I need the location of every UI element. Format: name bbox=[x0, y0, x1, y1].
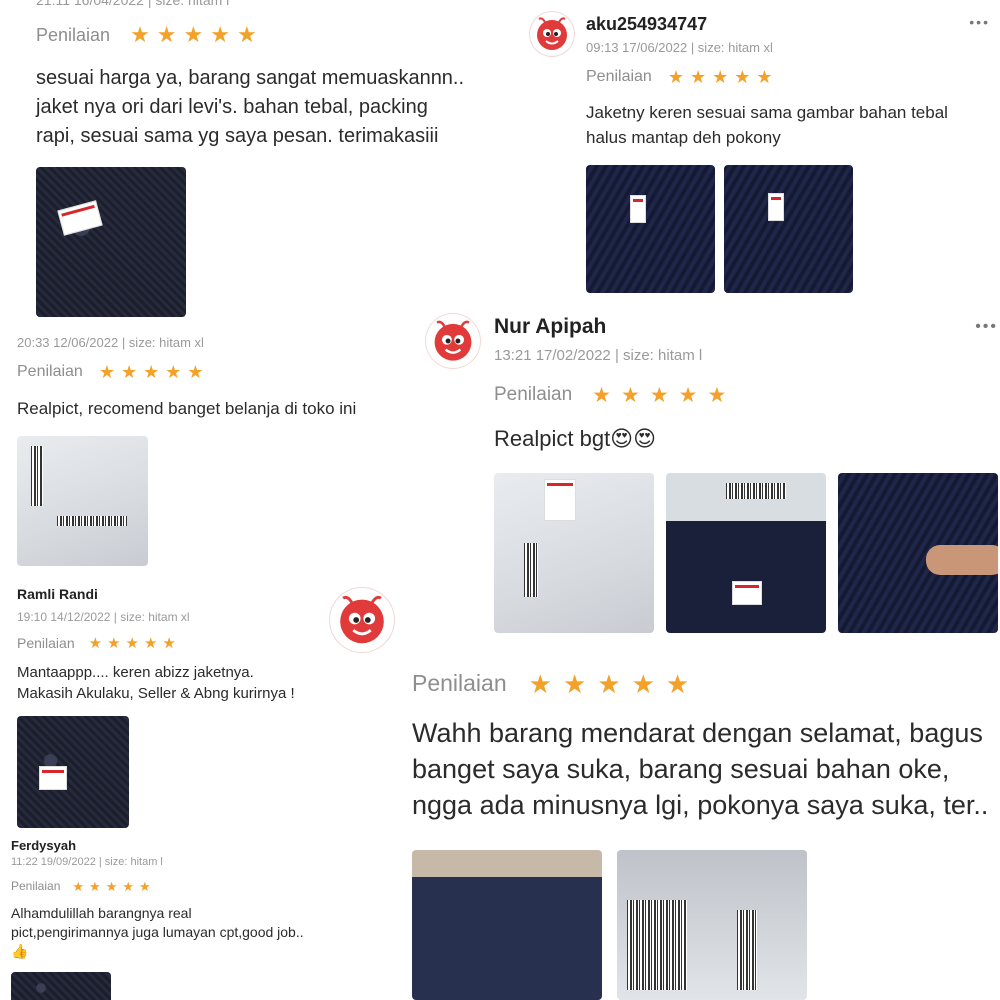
star-icon: ★ bbox=[689, 67, 707, 87]
rating-label: Penilaian bbox=[11, 879, 61, 893]
star-icon: ★ bbox=[562, 668, 587, 699]
star-icon: ★ bbox=[665, 668, 690, 699]
review-card: 21:11 16/04/2022 | size: hitam l Penilai… bbox=[0, 0, 520, 320]
star-icon: ★ bbox=[667, 67, 684, 87]
star-icon: ★ bbox=[120, 362, 138, 382]
rating-row: Penilaian ★ ★ ★ ★ ★ bbox=[17, 635, 176, 651]
review-text: Wahh barang mendarat dengan selamat, bag… bbox=[412, 718, 989, 820]
review-meta: 20:33 12/06/2022 | size: hitam xl bbox=[17, 335, 204, 350]
rating-row: Penilaian ★ ★ ★ ★ ★ bbox=[36, 24, 257, 46]
star-rating: ★ ★ ★ ★ ★ bbox=[592, 385, 726, 406]
review-meta: 19:10 14/12/2022 | size: hitam xl bbox=[17, 610, 190, 624]
review-text: Alhamdulillah barangnya real pict,pengir… bbox=[11, 905, 304, 959]
star-icon: ★ bbox=[187, 362, 204, 382]
username[interactable]: Ferdysyah bbox=[11, 838, 76, 853]
review-photo[interactable] bbox=[838, 473, 998, 633]
rating-row: Penilaian ★ ★ ★ ★ ★ bbox=[17, 363, 204, 381]
star-icon: ★ bbox=[734, 67, 751, 87]
star-icon: ★ bbox=[237, 22, 257, 47]
star-icon: ★ bbox=[105, 878, 118, 894]
star-icon: ★ bbox=[756, 67, 773, 87]
star-icon: ★ bbox=[143, 634, 158, 652]
review-card: aku254934747 09:13 17/06/2022 | size: hi… bbox=[520, 0, 1000, 300]
star-icon: ★ bbox=[88, 634, 103, 652]
review-text: Jaketny keren sesuai sama gambar bahan t… bbox=[586, 103, 948, 147]
star-icon: ★ bbox=[712, 67, 729, 87]
star-icon: ★ bbox=[621, 383, 640, 407]
star-icon: ★ bbox=[98, 362, 115, 382]
star-icon: ★ bbox=[631, 668, 655, 699]
review-text: Mantaappp.... keren abizz jaketnya. Maka… bbox=[17, 664, 295, 702]
star-icon: ★ bbox=[72, 878, 85, 894]
star-rating: ★ ★ ★ ★ ★ bbox=[668, 68, 773, 86]
review-meta: 11:22 19/09/2022 | size: hitam l bbox=[11, 856, 163, 868]
star-icon: ★ bbox=[210, 22, 230, 47]
star-icon: ★ bbox=[139, 878, 151, 894]
rating-label: Penilaian bbox=[586, 68, 652, 85]
star-icon: ★ bbox=[592, 383, 611, 407]
rating-label: Penilaian bbox=[36, 24, 111, 45]
review-photo[interactable] bbox=[11, 972, 111, 1000]
rating-row: Penilaian ★ ★ ★ ★ ★ bbox=[11, 879, 151, 893]
username[interactable]: Ramli Randi bbox=[17, 586, 98, 602]
review-text: Realpict, recomend banget belanja di tok… bbox=[17, 399, 357, 418]
star-icon: ★ bbox=[528, 668, 552, 699]
review-card: Ramli Randi 19:10 14/12/2022 | size: hit… bbox=[0, 582, 330, 832]
star-rating: ★ ★ ★ ★ ★ bbox=[72, 880, 150, 893]
star-icon: ★ bbox=[707, 383, 727, 407]
more-options-icon[interactable]: ••• bbox=[969, 14, 990, 30]
star-icon: ★ bbox=[183, 22, 204, 47]
avatar[interactable] bbox=[330, 588, 394, 652]
review-meta: 13:21 17/02/2022 | size: hitam l bbox=[494, 347, 703, 364]
star-icon: ★ bbox=[649, 383, 669, 407]
star-icon: ★ bbox=[130, 22, 150, 47]
review-photo[interactable] bbox=[17, 436, 148, 566]
star-icon: ★ bbox=[165, 362, 182, 382]
more-options-icon[interactable]: ••• bbox=[975, 318, 998, 336]
review-card: Ferdysyah 11:22 19/09/2022 | size: hitam… bbox=[0, 836, 330, 1000]
mascot-icon bbox=[537, 17, 567, 50]
star-icon: ★ bbox=[678, 383, 698, 407]
avatar[interactable] bbox=[530, 12, 574, 56]
star-icon: ★ bbox=[122, 878, 134, 894]
avatar[interactable] bbox=[426, 314, 480, 368]
review-meta: 21:11 16/04/2022 | size: hitam l bbox=[36, 0, 230, 8]
review-photo[interactable] bbox=[586, 165, 715, 293]
review-photo[interactable] bbox=[617, 850, 807, 1000]
rating-row: Penilaian ★ ★ ★ ★ ★ bbox=[586, 68, 773, 86]
star-icon: ★ bbox=[597, 668, 621, 699]
review-text: Realpict bgt😍😍 bbox=[494, 426, 657, 451]
review-card: Nur Apipah 13:21 17/02/2022 | size: hita… bbox=[410, 300, 1000, 640]
star-icon: ★ bbox=[143, 362, 160, 382]
rating-row: Penilaian ★ ★ ★ ★ ★ bbox=[412, 670, 689, 697]
rating-label: Penilaian bbox=[412, 670, 507, 696]
username[interactable]: aku254934747 bbox=[586, 14, 707, 35]
star-rating: ★ ★ ★ ★ ★ bbox=[130, 24, 257, 46]
review-photo[interactable] bbox=[494, 473, 654, 633]
star-icon: ★ bbox=[107, 634, 121, 652]
review-photo[interactable] bbox=[36, 167, 186, 317]
star-rating: ★ ★ ★ ★ ★ bbox=[529, 671, 690, 697]
rating-label: Penilaian bbox=[494, 384, 573, 405]
star-rating: ★ ★ ★ ★ ★ bbox=[99, 363, 204, 381]
review-photo[interactable] bbox=[17, 716, 129, 828]
star-rating: ★ ★ ★ ★ ★ bbox=[89, 636, 176, 651]
rating-row: Penilaian ★ ★ ★ ★ ★ bbox=[494, 384, 726, 406]
review-text: sesuai harga ya, barang sangat memuaskan… bbox=[36, 67, 465, 147]
star-icon: ★ bbox=[156, 22, 177, 47]
review-photo[interactable] bbox=[666, 473, 826, 633]
mascot-icon bbox=[434, 320, 472, 361]
rating-label: Penilaian bbox=[17, 363, 83, 380]
mascot-icon bbox=[340, 595, 384, 644]
review-card: 20:33 12/06/2022 | size: hitam xl Penila… bbox=[0, 325, 420, 575]
review-photo[interactable] bbox=[724, 165, 853, 293]
rating-label: Penilaian bbox=[17, 635, 75, 651]
star-icon: ★ bbox=[125, 634, 139, 652]
username[interactable]: Nur Apipah bbox=[494, 315, 606, 339]
star-icon: ★ bbox=[89, 878, 101, 894]
review-meta: 09:13 17/06/2022 | size: hitam xl bbox=[586, 40, 773, 55]
star-icon: ★ bbox=[162, 634, 176, 652]
review-card: Penilaian ★ ★ ★ ★ ★ Wahh barang mendarat den… bbox=[400, 655, 1000, 1000]
review-photo[interactable] bbox=[412, 850, 602, 1000]
